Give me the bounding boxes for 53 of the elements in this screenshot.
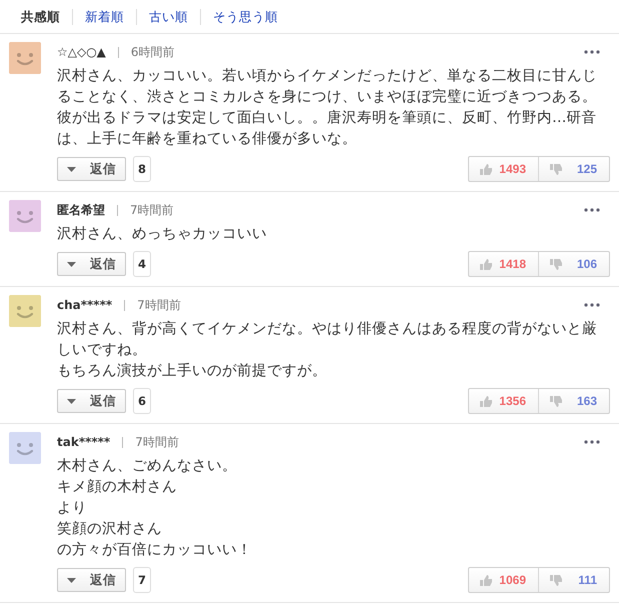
caret-icon [67, 262, 76, 266]
dislike-button[interactable]: 163 [539, 389, 609, 413]
author-name: cha***** [57, 298, 112, 312]
author-name: tak***** [57, 435, 110, 449]
caret-icon [67, 578, 76, 582]
sort-tab[interactable]: 古い順 [136, 8, 200, 24]
caret-icon [67, 166, 76, 172]
thumbs-down-icon [549, 574, 563, 586]
comment-text: の方々が百倍にカッコいい！ [57, 540, 253, 560]
dislike-button[interactable]: 111 [539, 568, 609, 592]
thumbs-up-icon [479, 394, 493, 408]
author-name: ☆△◇○▲ [57, 45, 106, 59]
post-time: 7時間前 [135, 434, 179, 450]
comment-text: 笑顔の沢村さん [57, 520, 163, 539]
thumbs-up-icon [479, 258, 493, 270]
reply-count: 4 [133, 251, 151, 277]
reply-button[interactable]: 返信 [57, 157, 126, 181]
more-icon[interactable] [584, 440, 600, 444]
thumbs-down-icon [549, 162, 563, 176]
more-icon[interactable] [584, 303, 600, 307]
author-name: 匿名希望 [57, 202, 105, 218]
comment-text: 沢村さん、背が高くてイケメンだな。やはり俳優さんはある程度の背がないと厳 [57, 320, 598, 339]
comment-text: より [57, 499, 88, 518]
reply-count: 8 [133, 156, 151, 182]
comment-text: 沢村さん、カッコいい。若い頃からイケメンだったけど、単なる二枚目に甘んじ [57, 67, 598, 86]
sort-tab[interactable]: 共感順 [9, 8, 72, 24]
thumbs-down-icon [549, 258, 563, 270]
more-icon[interactable] [584, 50, 600, 54]
reply-count: 6 [133, 388, 151, 414]
reply-button[interactable]: 返信 [57, 389, 126, 413]
reply-count: 7 [133, 567, 151, 593]
post-time: 6時間前 [130, 44, 175, 60]
thumbs-down-icon [549, 394, 563, 408]
sort-tab[interactable]: 新着順 [72, 8, 136, 24]
comment-text: しいですね。 [57, 341, 148, 360]
comment-text: は、上手に年齢を重ねている俳優が多いな。 [57, 130, 358, 149]
post-time: 7時間前 [137, 296, 181, 314]
thumbs-up-icon [479, 162, 493, 176]
caret-icon [67, 398, 76, 404]
reply-button[interactable]: 返信 [57, 252, 126, 276]
comment-text: 木村さん、ごめんなさい。 [57, 457, 238, 476]
comment-text: ることなく、渋さとコミカルさを身につけ、いまやほぼ完璧に近づきつつある。 [57, 88, 598, 107]
thumbs-up-icon [479, 574, 493, 586]
comment-text: 彼が出るドラマは安定して面白いし。。唐沢寿明を筆頭に、反町、竹野内…研音 [57, 108, 598, 128]
dislike-button[interactable]: 106 [539, 252, 609, 276]
comment-text: 沢村さん、めっちゃカッコいい [57, 225, 268, 244]
sort-tab[interactable]: そう思う順 [200, 8, 290, 24]
comment-text: キメ顔の木村さん [57, 478, 178, 497]
more-icon[interactable] [584, 208, 600, 212]
dislike-button[interactable]: 125 [539, 157, 609, 181]
comment-text: もちろん演技が上手いのが前提ですが。 [57, 362, 328, 381]
post-time: 7時間前 [130, 202, 174, 218]
reply-button[interactable]: 返信 [57, 568, 126, 592]
